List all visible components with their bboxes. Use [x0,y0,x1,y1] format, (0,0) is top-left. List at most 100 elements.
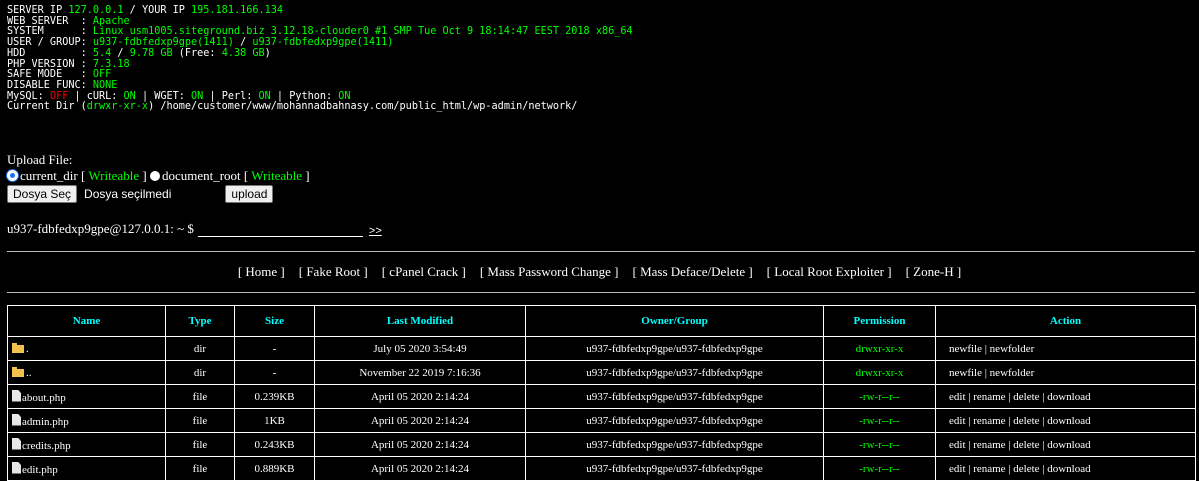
file-type-cell: file [165,384,235,409]
user-group-label: USER / GROUP: [7,37,93,49]
column-header: Last Modified [314,305,526,337]
permission-cell[interactable]: -rw-r--r-- [823,456,936,481]
menu-item-3[interactable]: [ Mass Password Change ] [480,264,619,279]
perl-status: ON [258,90,271,102]
table-row: credits.php file 0.243KB April 05 2020 2:14… [7,432,1196,457]
file-size-cell: 0.889KB [234,456,315,481]
file-icon [12,389,21,402]
actions-cell[interactable]: newfile | newfolder [935,336,1196,361]
file-table: Name Type Size Last Modified Owner/Group Perm… [7,305,1196,481]
current-dir-label: Current Dir ( [7,101,87,113]
safe-mode-label: SAFE MODE : [7,69,93,81]
curl-status: ON [123,90,136,102]
table-row: about.php file 0.239KB April 05 2020 2:14:2… [7,384,1196,409]
server-info: SERVER IP 127.0.0.1 / YOUR IP 195.181.16… [7,5,633,113]
permission-cell[interactable]: drwxr-xr-x [823,360,936,385]
last-modified-cell: April 05 2020 2:14:24 [314,456,526,481]
menu-item-1[interactable]: [ Fake Root ] [299,264,368,279]
actions-cell[interactable]: edit | rename | delete | download [935,456,1196,481]
current-dir-perm: drwxr-xr-x [86,101,149,113]
file-name-link[interactable]: about.php [22,392,66,404]
owner-group-cell: u937-fdbfedxp9gpe/u937-fdbfedxp9gpe [525,432,824,457]
table-row: admin.php file 1KB April 05 2020 2:14:24 u93… [7,408,1196,433]
command-bar: u937-fdbfedxp9gpe@127.0.0.1: ~ $ >> [7,221,382,237]
hdd-used: 5.4 [92,47,112,59]
file-type-cell: file [165,408,235,433]
menu-item-5[interactable]: [ Local Root Exploiter ] [767,264,892,279]
permission-cell[interactable]: -rw-r--r-- [823,432,936,457]
no-file-chosen-label: Dosya seçilmedi [84,187,172,201]
hdd-label: HDD : [7,47,93,59]
last-modified-cell: April 05 2020 2:14:24 [314,384,526,409]
choose-file-button[interactable]: Dosya Seç [7,185,78,203]
file-size-cell: - [234,360,315,385]
current-dir-option-label[interactable]: current_dir [20,168,78,183]
file-name-link[interactable]: admin.php [22,416,69,428]
mysql-label: MySQL: [7,90,50,102]
actions-cell[interactable]: edit | rename | delete | download [935,384,1196,409]
divider [7,251,1195,252]
bracket: ] [139,168,147,183]
column-header: Name [7,305,166,337]
python-label: | Python: [270,90,339,102]
last-modified-cell: April 05 2020 2:14:24 [314,408,526,433]
upload-target-options: current_dir [ Writeable ] document_root … [7,168,310,184]
file-type-cell: file [165,456,235,481]
user-value: u937-fdbfedxp9gpe(1411) [92,37,234,49]
wget-status: ON [191,90,204,102]
file-name-cell[interactable]: edit.php [7,456,166,481]
permission-cell[interactable]: drwxr-xr-x [823,336,936,361]
file-name-cell[interactable]: about.php [7,384,166,409]
document-root-option-label[interactable]: document_root [162,168,241,183]
column-header: Permission [823,305,936,337]
group-value: u937-fdbfedxp9gpe(1411) [252,37,394,49]
actions-cell[interactable]: edit | rename | delete | download [935,432,1196,457]
table-row: .. dir - November 22 2019 7:16:36 u937-fdbfe… [7,360,1196,385]
php-label: PHP VERSION : [7,58,93,70]
file-name-link[interactable]: edit.php [22,464,58,476]
table-header-row: Name Type Size Last Modified Owner/Group Perm… [7,305,1196,337]
owner-group-cell: u937-fdbfedxp9gpe/u937-fdbfedxp9gpe [525,336,824,361]
safe-mode: OFF [92,69,112,81]
file-type-cell: file [165,432,235,457]
table-row: . dir - July 05 2020 3:54:49 u937-fdbfedxp9g… [7,336,1196,361]
execute-command-button[interactable]: >> [369,225,382,237]
server-ip: 127.0.0.1 [68,5,124,16]
current-dir-radio[interactable] [7,170,18,181]
curl-label: | cURL: [68,90,124,102]
menu-item-0[interactable]: [ Home ] [238,264,285,279]
menu-item-2[interactable]: [ cPanel Crack ] [382,264,466,279]
permission-cell[interactable]: -rw-r--r-- [823,408,936,433]
file-icon [12,437,21,450]
file-name-cell[interactable]: credits.php [7,432,166,457]
current-dir-path: ) /home/customer/www/mohannadbahnasy.com… [148,101,578,113]
disable-func-label: DISABLE FUNC: [7,79,93,91]
hdd-free-end: ) [264,47,271,59]
command-input[interactable] [197,222,363,237]
document-root-radio[interactable] [149,171,160,181]
file-name-cell[interactable]: . [7,336,166,361]
writeable-badge: Writeable [251,168,303,183]
upload-title: Upload File: [7,152,73,167]
file-size-cell: 0.239KB [234,384,315,409]
owner-group-cell: u937-fdbfedxp9gpe/u937-fdbfedxp9gpe [525,384,824,409]
command-prompt: u937-fdbfedxp9gpe@127.0.0.1: ~ $ [7,221,194,236]
server-ip-label: SERVER IP [7,5,69,16]
column-header: Action [935,305,1196,337]
owner-group-cell: u937-fdbfedxp9gpe/u937-fdbfedxp9gpe [525,360,824,385]
file-type-cell: dir [165,336,235,361]
permission-cell[interactable]: -rw-r--r-- [823,384,936,409]
file-name-link[interactable]: . [26,343,29,355]
file-name-cell[interactable]: admin.php [7,408,166,433]
menu-item-4[interactable]: [ Mass Deface/Delete ] [632,264,752,279]
folder-icon [12,342,24,353]
menu-item-6[interactable]: [ Zone-H ] [906,264,962,279]
upload-button[interactable]: upload [225,185,274,203]
actions-cell[interactable]: edit | rename | delete | download [935,408,1196,433]
actions-cell[interactable]: newfile | newfolder [935,360,1196,385]
file-name-cell[interactable]: .. [7,360,166,385]
web-server: Apache [92,15,130,27]
last-modified-cell: November 22 2019 7:16:36 [314,360,526,385]
file-name-link[interactable]: .. [26,367,32,379]
file-name-link[interactable]: credits.php [22,440,71,452]
